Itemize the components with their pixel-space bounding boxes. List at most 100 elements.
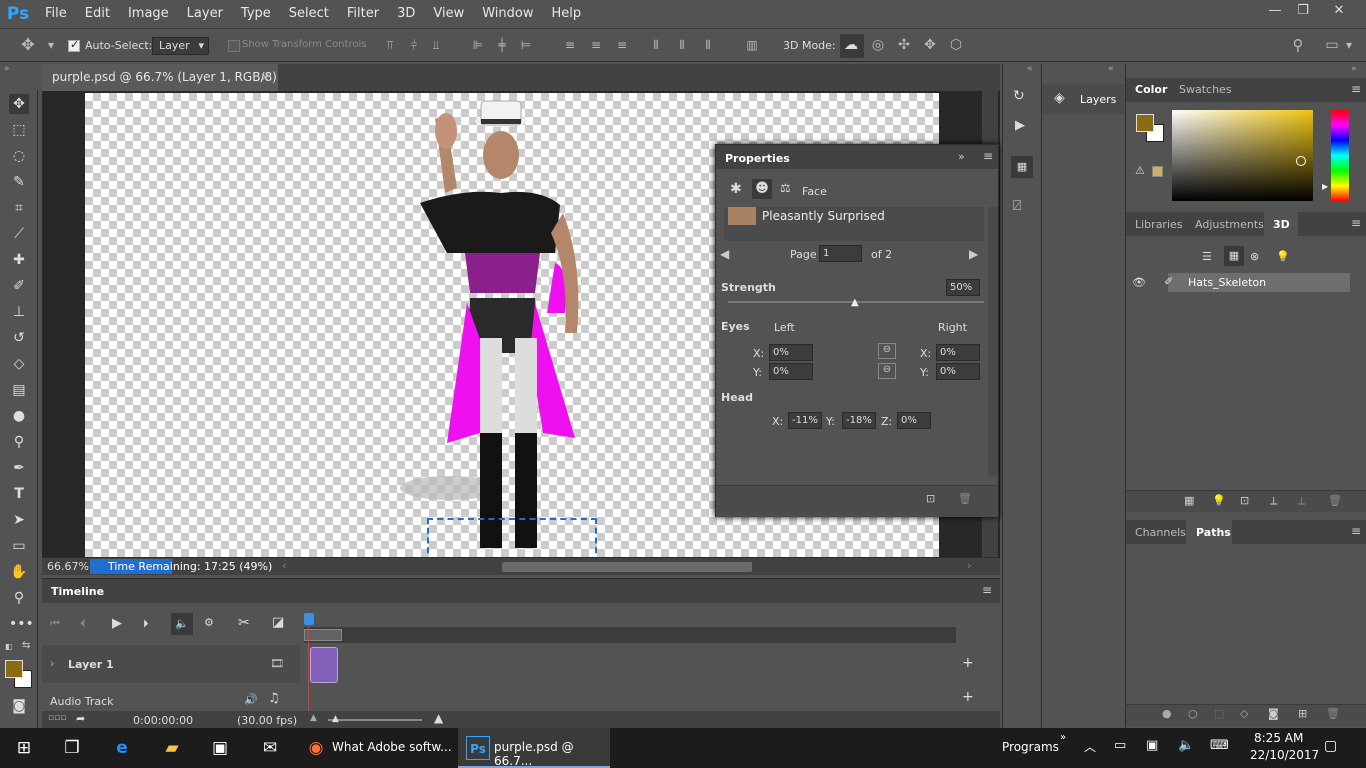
store-icon[interactable]: ▣: [208, 736, 232, 760]
adjustments-tab[interactable]: Adjustments: [1195, 218, 1264, 231]
photoshop-taskbar-item[interactable]: Ps purple.psd @ 66.7...: [458, 728, 610, 768]
orbit-3d-button[interactable]: ☁: [840, 34, 864, 58]
history-panel-icon[interactable]: ↻: [1013, 88, 1025, 104]
stamp-tool-icon[interactable]: ⊥: [9, 302, 29, 322]
add-mask-icon[interactable]: ◙: [1268, 707, 1279, 720]
edge-browser-icon[interactable]: e: [110, 736, 134, 760]
collapse-right-icon[interactable]: »: [1351, 64, 1357, 74]
strength-input[interactable]: 50%: [946, 279, 980, 296]
scroll-right-icon[interactable]: ›: [967, 559, 971, 572]
prev-page-icon[interactable]: ◀: [720, 247, 729, 261]
play-icon[interactable]: ▶: [112, 616, 122, 631]
paths-tab[interactable]: Paths: [1196, 526, 1231, 539]
properties-scrollbar[interactable]: [988, 207, 998, 477]
next-frame-icon[interactable]: ⏵: [143, 617, 149, 631]
move-tool-icon[interactable]: ✥: [20, 37, 36, 53]
align-top-icon[interactable]: ⫪: [382, 37, 398, 53]
move-tool-icon[interactable]: ✥: [9, 94, 29, 114]
roll-3d-icon[interactable]: ◎: [870, 37, 886, 53]
stroke-path-icon[interactable]: ○: [1188, 707, 1198, 720]
restore-button[interactable]: ❐: [1288, 0, 1318, 22]
playhead[interactable]: [304, 613, 314, 625]
menu-view[interactable]: View: [424, 0, 473, 28]
marquee-tool-icon[interactable]: ⬚: [9, 120, 29, 140]
film-strip-icon[interactable]: 🎞: [270, 657, 284, 670]
eraser-tool-icon[interactable]: ◇: [9, 354, 29, 374]
horizontal-scrollbar-thumb[interactable]: [502, 562, 752, 572]
meshes-filter-icon[interactable]: ▦: [1224, 246, 1244, 266]
3d-tab[interactable]: 3D: [1273, 218, 1290, 231]
task-view-icon[interactable]: ❐: [60, 736, 84, 760]
history-brush-icon[interactable]: ↺: [9, 328, 29, 348]
swap-colors-icon[interactable]: ⇆: [22, 640, 30, 651]
menu-type[interactable]: Type: [232, 0, 280, 28]
delete-icon[interactable]: 🗑: [958, 492, 972, 505]
scroll-left-icon[interactable]: ‹: [282, 559, 286, 572]
workspace-chevron-icon[interactable]: ▾: [1344, 37, 1354, 53]
timeline-menu-icon[interactable]: ≡: [982, 583, 992, 597]
distribute-vcenter-icon[interactable]: ≡: [588, 37, 604, 53]
path-select-icon[interactable]: ➤: [9, 510, 29, 530]
audio-volume-icon[interactable]: 🔊: [244, 693, 258, 706]
programs-toolbar-label[interactable]: Programs: [1002, 740, 1059, 754]
expand-track-icon[interactable]: ›: [50, 657, 54, 670]
layer-clip[interactable]: [310, 647, 338, 683]
link-eyes-y-icon[interactable]: ⊖: [878, 363, 896, 379]
timeline-title[interactable]: Timeline: [51, 585, 104, 598]
lights-filter-icon[interactable]: 💡: [1276, 250, 1290, 263]
dodge-tool-icon[interactable]: ⚲: [9, 432, 29, 452]
frame-mode-icon[interactable]: ▫▫▫: [48, 713, 66, 723]
mail-icon[interactable]: ✉: [258, 736, 282, 760]
hue-slider[interactable]: [1331, 110, 1349, 201]
color-picker-ring[interactable]: [1296, 156, 1306, 166]
document-tab[interactable]: purple.psd @ 66.7% (Layer 1, RGB/8) * ×: [42, 64, 278, 111]
panel-menu-icon[interactable]: ≡: [983, 149, 993, 163]
timeline-panel-icon[interactable]: ▦: [1011, 156, 1033, 178]
action-center-icon[interactable]: ▢: [1324, 738, 1337, 754]
eyes-right-x-input[interactable]: 0%: [936, 344, 980, 361]
align-bottom-icon[interactable]: ⫫: [428, 37, 444, 53]
3d-panel-menu-icon[interactable]: ≡: [1351, 216, 1361, 230]
distribute-right-icon[interactable]: ⦀: [700, 37, 716, 53]
actions-panel-icon[interactable]: ▶: [1015, 118, 1025, 133]
slide-3d-icon[interactable]: ✥: [922, 37, 938, 53]
color-tab[interactable]: Color: [1135, 83, 1167, 96]
device-icon[interactable]: ▭: [1114, 738, 1126, 753]
first-frame-icon[interactable]: ⏮: [50, 617, 60, 631]
menu-select[interactable]: Select: [280, 0, 338, 28]
materials-filter-icon[interactable]: ⊗: [1250, 250, 1259, 263]
expand-layers-icon[interactable]: «: [1108, 64, 1114, 74]
gamut-color-swatch[interactable]: [1152, 166, 1163, 177]
clock-time[interactable]: 8:25 AM: [1254, 731, 1303, 745]
quick-select-tool-icon[interactable]: ✎: [9, 172, 29, 192]
render-video-icon[interactable]: ➦: [76, 712, 85, 725]
menu-layer[interactable]: Layer: [178, 0, 232, 28]
audio-toggle-icon[interactable]: 🔈: [171, 613, 193, 635]
rectangle-tool-icon[interactable]: ▭: [9, 536, 29, 556]
eyes-right-y-input[interactable]: 0%: [936, 363, 980, 380]
channels-tab[interactable]: Channels: [1135, 526, 1186, 539]
healing-brush-icon[interactable]: ✚: [9, 250, 29, 270]
align-right-icon[interactable]: ⊨: [518, 37, 534, 53]
eyes-left-y-input[interactable]: 0%: [769, 363, 813, 380]
close-button[interactable]: ✕: [1324, 0, 1354, 22]
align-vcenter-icon[interactable]: ⫩: [406, 37, 422, 53]
selection-to-path-icon[interactable]: ◇: [1240, 707, 1248, 720]
delete-path-icon[interactable]: 🗑: [1326, 707, 1340, 720]
hand-tool-icon[interactable]: ✋: [9, 562, 29, 582]
eyedropper-tool-icon[interactable]: ⟋: [9, 224, 29, 244]
head-y-input[interactable]: -18%: [842, 412, 876, 429]
clock-date[interactable]: 22/10/2017: [1250, 748, 1319, 762]
link-eyes-x-icon[interactable]: ⊖: [878, 343, 896, 359]
timeline-ruler[interactable]: [304, 627, 956, 643]
delete-3d-icon[interactable]: 🗑: [1328, 494, 1342, 507]
search-icon[interactable]: ⚲: [1290, 37, 1306, 53]
filter-footer-icon[interactable]: ▦: [1184, 494, 1194, 507]
zoom-in-icon[interactable]: ▲: [434, 711, 443, 725]
layers-tab-button[interactable]: ◈ Layers: [1042, 84, 1124, 114]
new-path-icon[interactable]: ⊞: [1298, 707, 1307, 720]
add-bone-icon[interactable]: ⟂: [1298, 494, 1305, 508]
head-x-input[interactable]: -11%: [788, 412, 822, 429]
crop-tool-icon[interactable]: ⌗: [9, 198, 29, 218]
coordinates-icon[interactable]: ⚖: [780, 181, 791, 195]
